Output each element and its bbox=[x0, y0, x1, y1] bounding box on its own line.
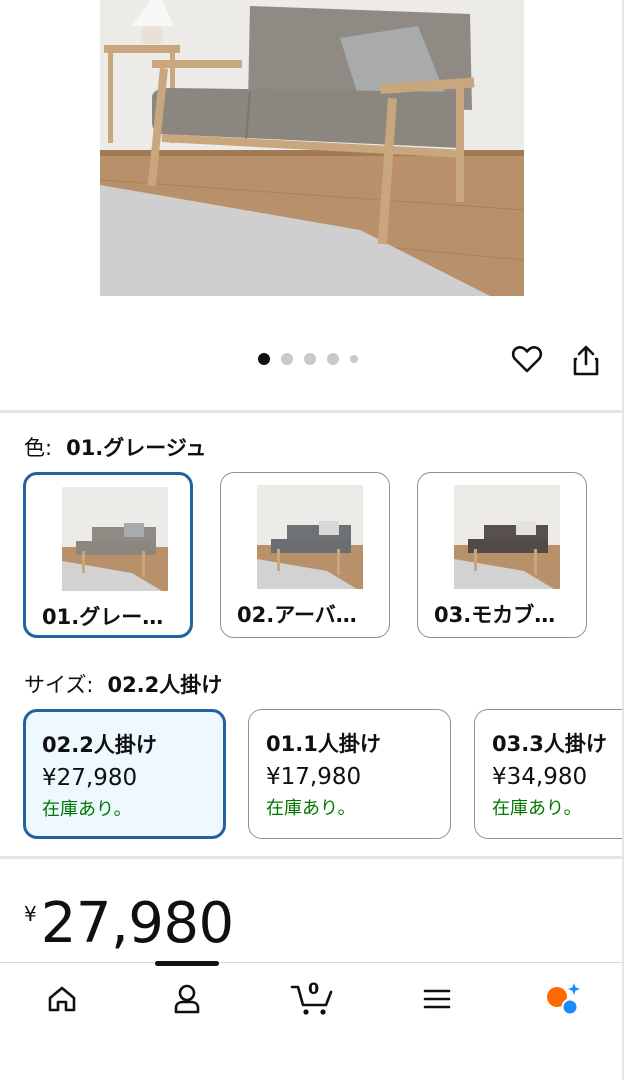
favorite-button[interactable] bbox=[507, 339, 547, 379]
heart-icon bbox=[511, 346, 543, 373]
color-option-name: 01.グレー… bbox=[42, 605, 164, 629]
size-option[interactable]: 02.2人掛け ¥27,980 在庫あり。 bbox=[23, 709, 226, 839]
carousel-dot[interactable] bbox=[304, 353, 316, 365]
size-option[interactable]: 03.3人掛け ¥34,980 在庫あり。 bbox=[474, 709, 624, 839]
size-option-name: 01.1人掛け bbox=[266, 732, 381, 756]
cart-count: 0 bbox=[308, 979, 320, 998]
section-divider bbox=[0, 410, 624, 413]
image-carousel-dots[interactable] bbox=[258, 353, 358, 365]
share-icon bbox=[573, 345, 599, 376]
size-label: サイズ: bbox=[24, 673, 94, 697]
size-option-price: ¥27,980 bbox=[42, 765, 138, 791]
color-thumbnail bbox=[257, 485, 363, 589]
nav-cart[interactable]: 0 bbox=[284, 977, 340, 1021]
bottom-navigation: 0 bbox=[0, 961, 624, 1081]
size-option-price: ¥34,980 bbox=[492, 764, 588, 790]
color-option[interactable]: 01.グレー… bbox=[23, 472, 193, 638]
color-option-name: 02.アーバ… bbox=[237, 603, 357, 627]
size-option[interactable]: 01.1人掛け ¥17,980 在庫あり。 bbox=[248, 709, 451, 839]
size-option-name: 03.3人掛け bbox=[492, 732, 607, 756]
color-label-row: 色: 01.グレージュ bbox=[24, 432, 206, 462]
carousel-dot[interactable] bbox=[350, 355, 358, 363]
size-option-name: 02.2人掛け bbox=[42, 733, 157, 757]
nav-ai-assistant[interactable] bbox=[533, 977, 589, 1021]
color-option[interactable]: 02.アーバ… bbox=[220, 472, 390, 638]
nav-account[interactable] bbox=[159, 977, 215, 1021]
home-icon bbox=[48, 986, 76, 1012]
ai-assistant-icon bbox=[547, 983, 580, 1016]
product-image[interactable] bbox=[100, 0, 524, 296]
color-thumbnail bbox=[62, 487, 168, 591]
color-thumbnail bbox=[454, 485, 560, 589]
carousel-dot[interactable] bbox=[281, 353, 293, 365]
size-option-stock: 在庫あり。 bbox=[492, 798, 582, 819]
selected-size: 02.2人掛け bbox=[107, 673, 223, 697]
active-tab-indicator bbox=[155, 961, 219, 966]
nav-menu[interactable] bbox=[409, 977, 465, 1021]
currency-symbol: ¥ bbox=[24, 902, 37, 926]
color-option[interactable]: 03.モカブ… bbox=[417, 472, 587, 638]
color-option-name: 03.モカブ… bbox=[434, 603, 556, 627]
product-price: ¥ 27,980 bbox=[24, 888, 234, 960]
account-icon bbox=[174, 984, 200, 1014]
size-option-stock: 在庫あり。 bbox=[42, 799, 132, 820]
nav-home[interactable] bbox=[34, 977, 90, 1021]
price-amount: 27,980 bbox=[40, 891, 234, 956]
size-label-row: サイズ: 02.2人掛け bbox=[24, 669, 222, 699]
carousel-dot[interactable] bbox=[258, 353, 270, 365]
section-divider bbox=[0, 856, 624, 859]
color-label: 色: bbox=[24, 436, 53, 460]
carousel-dot[interactable] bbox=[327, 353, 339, 365]
size-option-price: ¥17,980 bbox=[266, 764, 362, 790]
selected-color: 01.グレージュ bbox=[66, 436, 207, 460]
menu-icon bbox=[423, 989, 451, 1009]
share-button[interactable] bbox=[566, 340, 606, 380]
size-option-stock: 在庫あり。 bbox=[266, 798, 356, 819]
